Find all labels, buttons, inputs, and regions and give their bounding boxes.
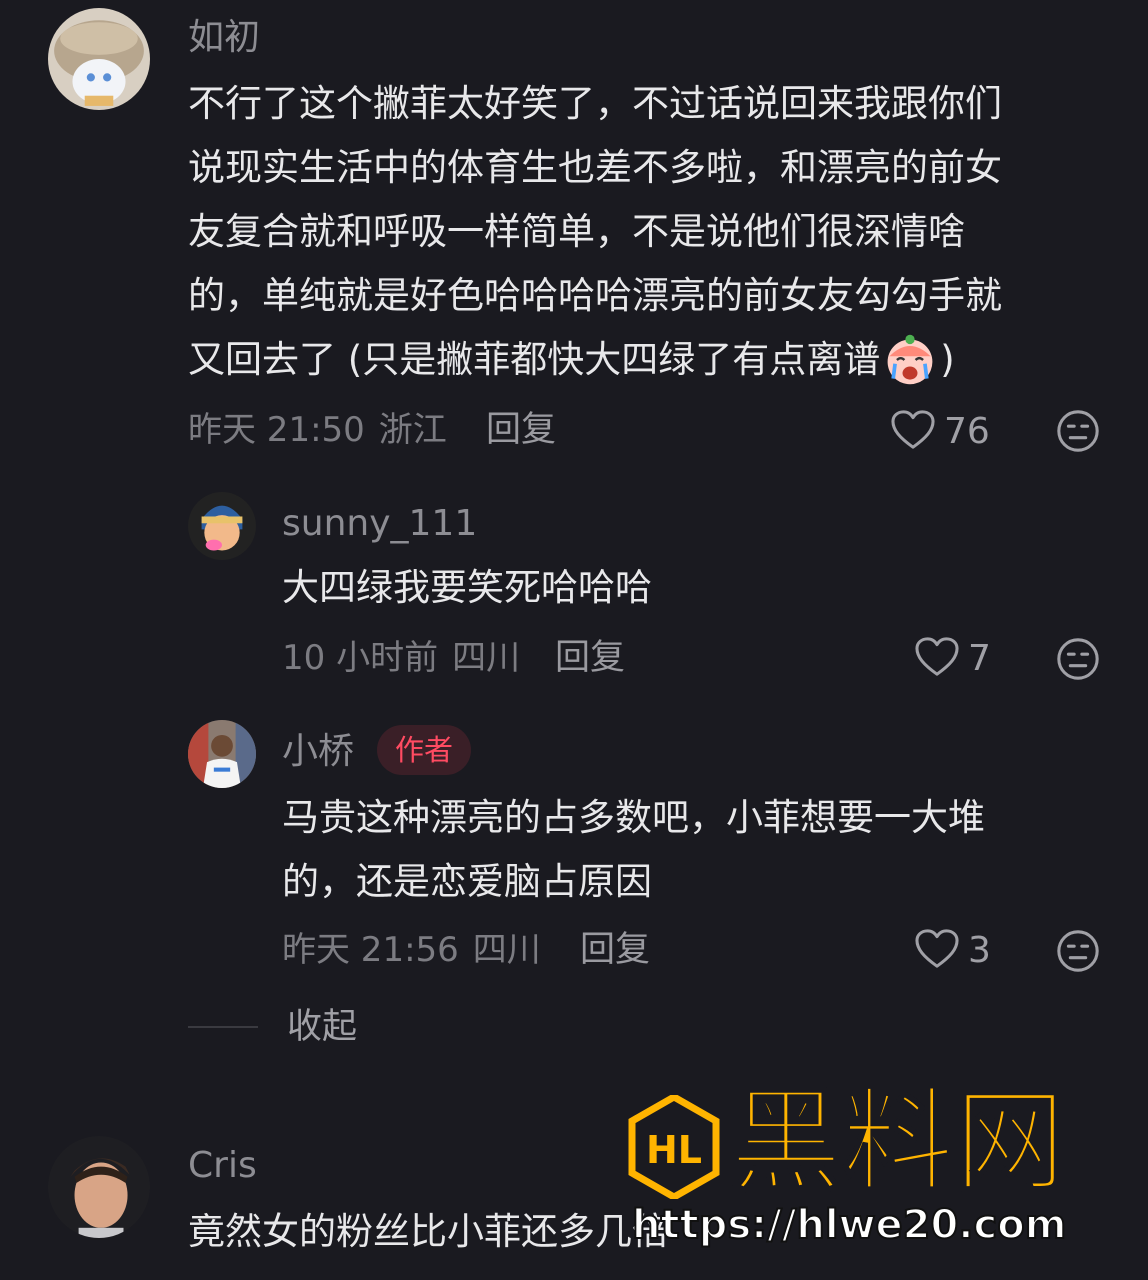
heart-outline-icon bbox=[914, 636, 960, 682]
avatar[interactable] bbox=[188, 720, 256, 788]
like-count: 76 bbox=[944, 411, 990, 452]
reply-line: 马贵这种漂亮的占多数吧，小菲想要一大堆 bbox=[282, 796, 985, 839]
comment-line: 说现实生活中的体育生也差不多啦，和漂亮的前女 bbox=[188, 146, 1002, 189]
like-count: 7 bbox=[968, 638, 991, 679]
comment-text: 竟然女的粉丝比小菲还多几倍 bbox=[188, 1210, 669, 1253]
dislike-button[interactable] bbox=[1055, 928, 1101, 974]
like-button[interactable]: 3 bbox=[914, 927, 991, 975]
comment-line: 的，单纯就是好色哈哈哈哈漂亮的前女友勾勾手就 bbox=[188, 274, 1002, 317]
like-button[interactable]: 76 bbox=[890, 408, 990, 456]
reply-button[interactable]: 回复 bbox=[580, 928, 650, 972]
watermark-logo-text: HL bbox=[646, 1128, 702, 1172]
reply-line: 的，还是恋爱脑占原因 bbox=[282, 860, 652, 903]
reply-meta: 昨天 21:56 四川 bbox=[282, 928, 541, 972]
reply-location: 四川 bbox=[452, 638, 521, 678]
comment-username[interactable]: 如初 bbox=[188, 16, 260, 60]
reply-time: 昨天 21:56 bbox=[282, 930, 459, 970]
comment-meta: 昨天 21:50 浙江 bbox=[188, 408, 447, 452]
collapse-button[interactable]: 收起 bbox=[287, 1005, 357, 1049]
reply-username[interactable]: 小桥 bbox=[282, 730, 354, 774]
meh-face-icon bbox=[1055, 408, 1101, 454]
comment-line: 不行了这个撇菲太好笑了，不过话说回来我跟你们 bbox=[188, 82, 1002, 125]
reply-button[interactable]: 回复 bbox=[555, 636, 625, 680]
reply-meta: 10 小时前 四川 bbox=[282, 636, 520, 680]
reply-text: 马贵这种漂亮的占多数吧，小菲想要一大堆 的，还是恋爱脑占原因 bbox=[282, 786, 985, 914]
reply-location: 四川 bbox=[472, 930, 541, 970]
comment-text: 不行了这个撇菲太好笑了，不过话说回来我跟你们 说现实生活中的体育生也差不多啦，和… bbox=[188, 72, 1002, 392]
comment-line: 友复合就和呼吸一样简单，不是说他们很深情啥 bbox=[188, 210, 965, 253]
heart-outline-icon bbox=[914, 928, 960, 974]
comment-line-last: 又回去了 (只是撇菲都快大四绿了有点离谱 ) bbox=[188, 328, 1002, 392]
watermark-url: https://hlwe20.com bbox=[631, 1201, 1067, 1249]
collapse-divider bbox=[188, 1026, 258, 1028]
comment-time: 昨天 21:50 bbox=[188, 410, 365, 450]
like-button[interactable]: 7 bbox=[914, 635, 991, 683]
avatar[interactable] bbox=[48, 8, 150, 110]
comment-line: 又回去了 (只是撇菲都快大四绿了有点离谱 bbox=[188, 338, 881, 381]
avatar[interactable] bbox=[188, 492, 256, 560]
dislike-button[interactable] bbox=[1055, 636, 1101, 682]
reply-username[interactable]: sunny_111 bbox=[282, 502, 477, 546]
reply-time: 10 小时前 bbox=[282, 638, 439, 678]
avatar[interactable] bbox=[48, 1136, 150, 1238]
meh-face-icon bbox=[1055, 636, 1101, 682]
watermark-logo-icon: HL bbox=[628, 1092, 720, 1202]
comment-location: 浙江 bbox=[378, 410, 447, 450]
reply-button[interactable]: 回复 bbox=[486, 408, 556, 452]
comment-username[interactable]: Cris bbox=[188, 1144, 257, 1188]
author-badge: 作者 bbox=[377, 725, 472, 775]
dislike-button[interactable] bbox=[1055, 408, 1101, 454]
heart-outline-icon bbox=[890, 409, 936, 455]
watermark-title: 黑料网 bbox=[729, 1077, 1067, 1207]
meh-face-icon bbox=[1055, 928, 1101, 974]
reply-text: 大四绿我要笑死哈哈哈 bbox=[282, 566, 652, 609]
like-count: 3 bbox=[968, 930, 991, 971]
comment-line: ) bbox=[940, 338, 955, 381]
crying-laughing-emoji-icon bbox=[882, 332, 938, 388]
